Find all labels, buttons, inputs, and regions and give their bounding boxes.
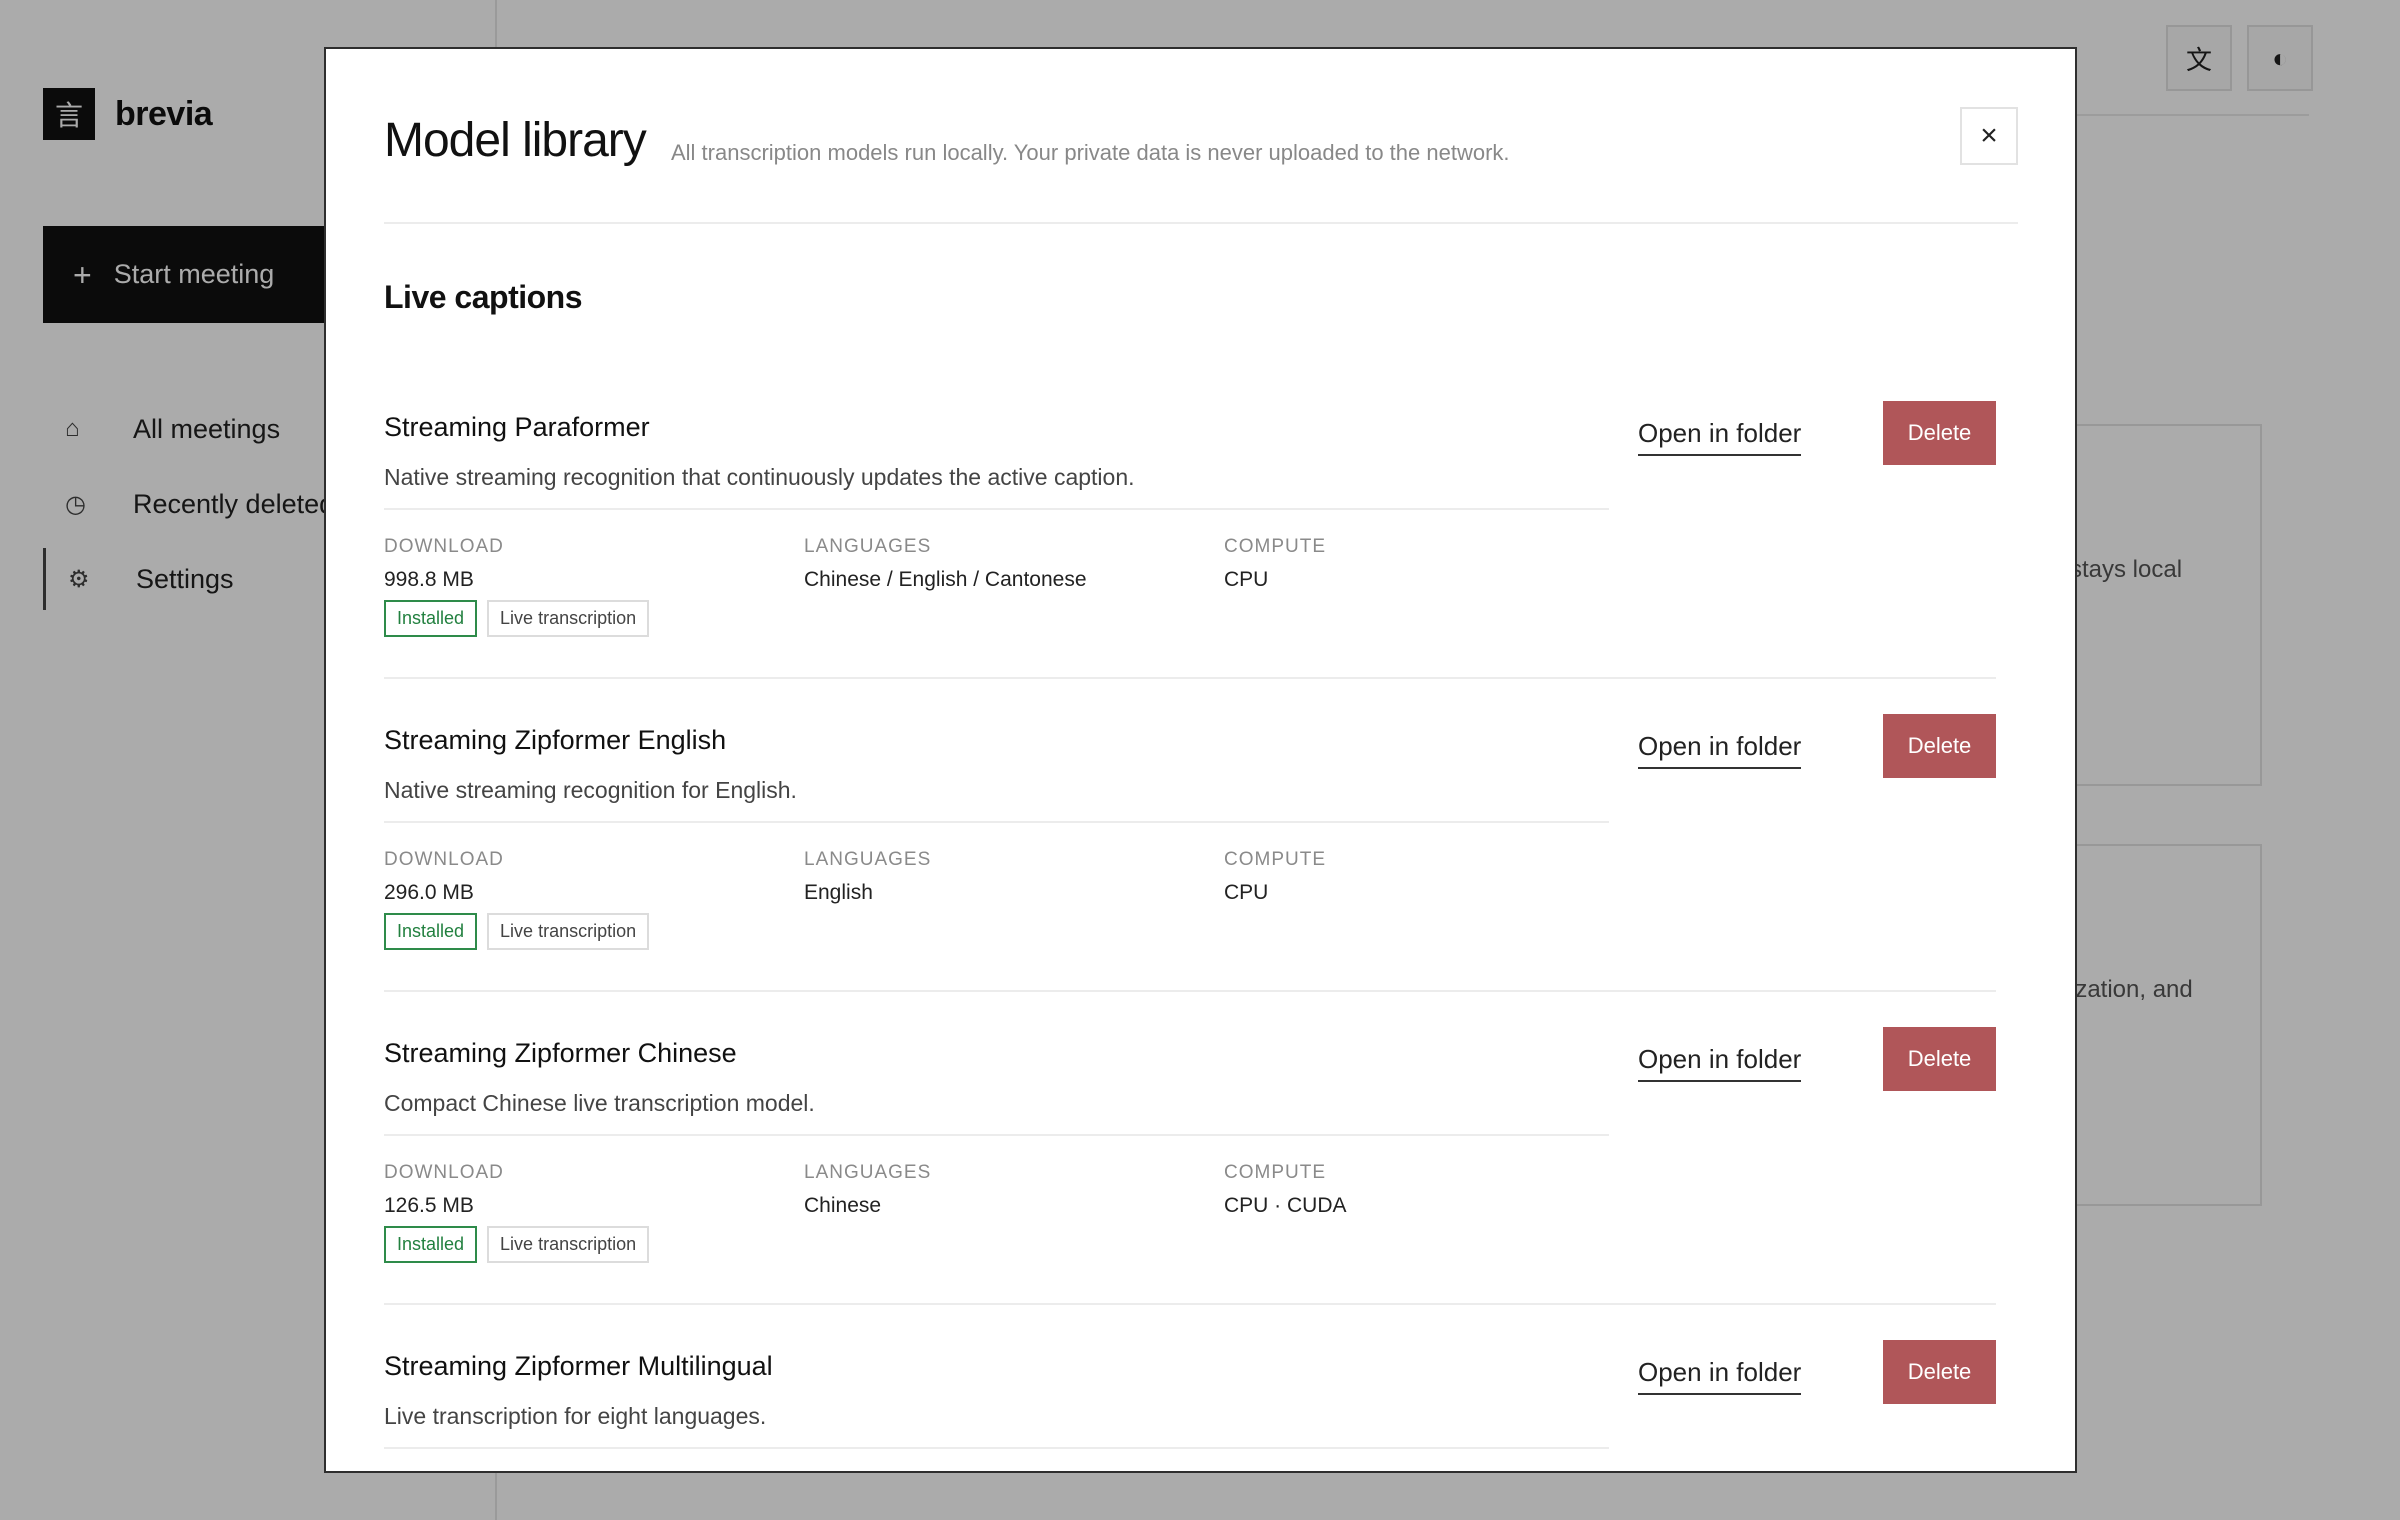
meta-label: COMPUTE [1224, 1162, 1326, 1183]
meta-compute: COMPUTE CPU · CUDA [1224, 1162, 1347, 1218]
model-tags: Installed Live transcription [384, 1226, 650, 1263]
delete-button[interactable]: Delete [1883, 401, 1996, 465]
model-divider [384, 821, 1609, 823]
model-separator [384, 1303, 1996, 1305]
meta-languages: LANGUAGES Chinese [804, 1162, 931, 1218]
close-button[interactable]: × [1960, 107, 2018, 165]
model-name: Streaming Zipformer Multilingual [384, 1351, 773, 1381]
status-badge-installed: Installed [384, 1226, 478, 1263]
meta-label: LANGUAGES [804, 849, 932, 870]
model-description: Native streaming recognition for English… [384, 777, 797, 803]
meta-value: CPU [1224, 881, 1269, 904]
model-name: Streaming Paraformer [384, 412, 650, 442]
meta-label: COMPUTE [1224, 536, 1326, 557]
meta-value: English [804, 881, 873, 904]
meta-value: CPU · CUDA [1224, 1194, 1347, 1217]
model-separator [384, 990, 1996, 992]
delete-button[interactable]: Delete [1883, 1340, 1996, 1404]
model-description: Compact Chinese live transcription model… [384, 1090, 815, 1116]
dialog-header-divider [384, 222, 2018, 224]
tag-live-transcription: Live transcription [487, 1226, 650, 1263]
meta-value: 296.0 MB [384, 881, 474, 904]
open-in-folder-link[interactable]: Open in folder [1638, 1044, 1802, 1082]
model-tags: Installed Live transcription [384, 600, 650, 637]
meta-compute: COMPUTE CPU [1224, 536, 1326, 592]
model-divider [384, 1134, 1609, 1136]
meta-value: 998.8 MB [384, 568, 474, 591]
meta-label: DOWNLOAD [384, 536, 504, 557]
model-tags: Installed Live transcription [384, 913, 650, 950]
meta-value: Chinese [804, 1194, 882, 1217]
status-badge-installed: Installed [384, 913, 478, 950]
app-window: 言 brevia + Start meeting ⌂ All meetings … [0, 0, 2400, 1520]
meta-label: LANGUAGES [804, 536, 932, 557]
meta-label: COMPUTE [1224, 849, 1326, 870]
meta-compute: COMPUTE CPU [1224, 849, 1326, 905]
model-library-dialog: Model library All transcription models r… [324, 47, 2077, 1473]
meta-value: CPU [1224, 568, 1269, 591]
meta-download: DOWNLOAD 998.8 MB [384, 536, 504, 592]
dialog-title: Model library [384, 114, 647, 167]
close-icon: × [1980, 119, 1998, 152]
meta-value: 126.5 MB [384, 1194, 474, 1217]
tag-live-transcription: Live transcription [487, 913, 650, 950]
model-name: Streaming Zipformer Chinese [384, 1038, 737, 1068]
delete-button[interactable]: Delete [1883, 714, 1996, 778]
delete-button[interactable]: Delete [1883, 1027, 1996, 1091]
meta-value: Chinese / English / Cantonese [804, 568, 1087, 591]
model-description: Native streaming recognition that contin… [384, 464, 1135, 490]
dialog-subtitle: All transcription models run locally. Yo… [671, 140, 1510, 165]
section-title: Live captions [384, 279, 583, 315]
meta-label: LANGUAGES [804, 1162, 932, 1183]
meta-download: DOWNLOAD 126.5 MB [384, 1162, 504, 1218]
model-description: Live transcription for eight languages. [384, 1403, 767, 1429]
status-badge-installed: Installed [384, 600, 478, 637]
tag-live-transcription: Live transcription [487, 600, 650, 637]
meta-label: DOWNLOAD [384, 849, 504, 870]
meta-languages: LANGUAGES Chinese / English / Cantonese [804, 536, 1087, 592]
meta-download: DOWNLOAD 296.0 MB [384, 849, 504, 905]
model-separator [384, 677, 1996, 679]
model-divider [384, 508, 1609, 510]
open-in-folder-link[interactable]: Open in folder [1638, 731, 1802, 769]
meta-label: DOWNLOAD [384, 1162, 504, 1183]
open-in-folder-link[interactable]: Open in folder [1638, 418, 1802, 456]
open-in-folder-link[interactable]: Open in folder [1638, 1357, 1802, 1395]
meta-languages: LANGUAGES English [804, 849, 931, 905]
model-divider [384, 1447, 1609, 1449]
model-name: Streaming Zipformer English [384, 725, 727, 755]
